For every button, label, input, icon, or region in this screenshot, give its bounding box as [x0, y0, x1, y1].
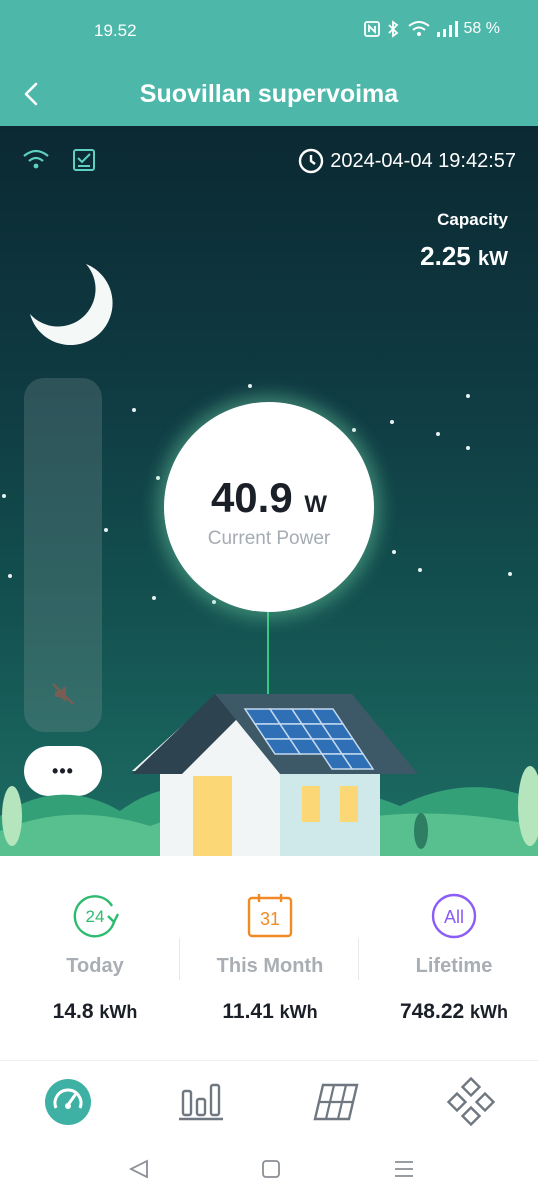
status-icons: 58 % [363, 20, 500, 38]
current-power-label: Current Power [207, 528, 331, 549]
capacity-value: 2.25 kW [420, 241, 508, 272]
calendar-month-icon: 31 [247, 894, 293, 938]
wifi-status-icon [23, 149, 49, 169]
star [352, 428, 356, 432]
battery-percent: 58 % [463, 20, 500, 37]
bottom-tab-bar [0, 1060, 538, 1139]
capacity-unit: kW [478, 248, 508, 270]
stat-this-month[interactable]: 31 This Month 11.41 kWh [180, 892, 360, 1024]
star [212, 600, 216, 604]
solar-panel-icon[interactable] [311, 1077, 361, 1127]
devices-grid-icon[interactable] [446, 1077, 496, 1127]
nfc-icon [363, 21, 380, 37]
bar-chart-icon[interactable] [176, 1077, 226, 1127]
lifetime-all-icon: All [431, 893, 477, 939]
plant-scene: 2024-04-04 19:42:57 Capacity 2.25 kW •••… [0, 126, 538, 856]
star [156, 476, 160, 480]
lifetime-icon-text: All [444, 907, 464, 927]
wifi-icon [407, 21, 430, 36]
star [418, 568, 422, 572]
month-icon-text: 31 [260, 909, 280, 929]
today-label: Today [66, 955, 124, 977]
last-update-time: 2024-04-04 19:42:57 [298, 148, 516, 174]
month-label: This Month [216, 955, 324, 977]
lifetime-unit: kWh [470, 1002, 509, 1022]
lifetime-number: 748.22 [399, 1000, 465, 1023]
moon-icon [30, 264, 113, 346]
device-status-icons [22, 148, 96, 172]
today-value: 14.8 kWh [5, 1000, 185, 1024]
datetime-text: 2024-04-04 19:42:57 [330, 149, 516, 172]
star [436, 432, 440, 436]
dashboard-gauge-icon[interactable] [43, 1077, 93, 1127]
month-number: 11.41 [222, 1000, 274, 1023]
star [104, 528, 108, 532]
stats-divider [358, 938, 359, 980]
star [8, 574, 12, 578]
app-header: Suovillan supervoima [0, 62, 538, 126]
capacity-number: 2.25 [420, 241, 471, 271]
status-time: 19.52 [94, 21, 137, 40]
star [248, 384, 252, 388]
system-nav-bar [0, 1138, 538, 1200]
energy-stats: 24 Today 14.8 kWh 31 This Month 11.41 kW… [0, 856, 538, 1056]
star [466, 446, 470, 450]
star [2, 494, 6, 498]
today-icon-text: 24 [86, 907, 105, 926]
signal-icon [436, 21, 458, 37]
star [132, 408, 136, 412]
nav-home-icon[interactable] [256, 1156, 286, 1182]
status-bar: 19.52 58 % [0, 0, 538, 62]
star [508, 572, 512, 576]
current-power-value: 40.9 W [164, 474, 374, 522]
today-24h-icon: 24 [73, 895, 120, 938]
star [466, 394, 470, 398]
capacity-label: Capacity [437, 210, 508, 229]
today-unit: kWh [99, 1002, 138, 1022]
lifetime-value: 748.22 kWh [364, 1000, 538, 1024]
stat-lifetime[interactable]: All Lifetime 748.22 kWh [364, 892, 538, 1024]
nav-menu-icon[interactable] [389, 1156, 419, 1182]
nav-back-icon[interactable] [125, 1156, 155, 1182]
today-number: 14.8 [52, 1000, 94, 1023]
page-title: Suovillan supervoima [139, 80, 399, 108]
month-value: 11.41 kWh [180, 1000, 360, 1024]
bluetooth-icon [387, 20, 398, 38]
lifetime-label: Lifetime [415, 955, 493, 977]
clock-icon [299, 148, 324, 174]
logger-check-icon [73, 149, 95, 171]
current-power-unit: W [304, 491, 328, 518]
month-unit: kWh [279, 1002, 318, 1022]
house-illustration [0, 694, 538, 856]
star [392, 550, 396, 554]
current-power-card: 40.9 W Current Power [164, 402, 374, 612]
star [390, 420, 394, 424]
star [152, 596, 156, 600]
stat-today[interactable]: 24 Today 14.8 kWh [5, 892, 185, 1024]
current-power-number: 40.9 [210, 474, 293, 521]
